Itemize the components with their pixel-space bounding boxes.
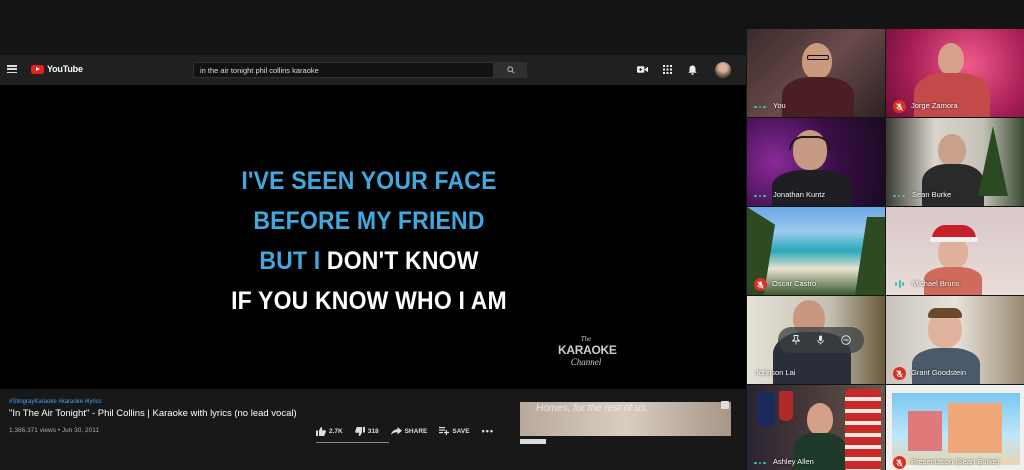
youtube-logo-text: YouTube	[47, 64, 83, 74]
account-avatar[interactable]	[715, 62, 731, 78]
video-views-date: 1,386,371 views • Jun 30, 2011	[9, 427, 99, 434]
shared-screen-youtube: YouTube I'VE SEEN YOUR FACE BEFORE MY FR…	[0, 55, 746, 470]
tile-hover-controls	[778, 327, 864, 353]
notifications-bell-icon[interactable]	[687, 64, 698, 75]
share-arrow-icon	[390, 427, 402, 435]
search-button[interactable]	[494, 62, 527, 78]
participant-tile-presentation[interactable]: Presentation (Sean Burke)	[886, 385, 1024, 470]
game-building	[908, 411, 942, 451]
like-button[interactable]: 2.7K	[316, 426, 343, 436]
participant-face	[802, 43, 832, 79]
search-icon	[506, 66, 515, 74]
speaking-indicator-icon	[754, 105, 766, 108]
participant-shirt	[912, 348, 980, 384]
participant-name: You	[773, 101, 786, 110]
share-button[interactable]: SHARE	[390, 427, 427, 435]
pin-icon[interactable]	[789, 333, 803, 347]
christmas-tree	[978, 126, 1008, 196]
participant-name: Presentation (Sean Burke)	[911, 457, 1000, 466]
santa-hat-trim	[930, 237, 978, 242]
participant-tile-oscar-castro[interactable]: Oscar Castro	[747, 207, 885, 295]
hair	[928, 308, 962, 318]
video-title: "In The Air Tonight" - Phil Collins | Ka…	[9, 408, 297, 419]
video-player[interactable]: I'VE SEEN YOUR FACE BEFORE MY FRIEND BUT…	[0, 85, 746, 389]
lyric-line-2: BEFORE MY FRIEND	[253, 207, 485, 235]
save-button[interactable]: SAVE	[439, 427, 470, 435]
thumbs-down-icon	[354, 426, 365, 436]
screen: YouTube I'VE SEEN YOUR FACE BEFORE MY FR…	[0, 0, 1024, 470]
speaking-indicator-icon	[893, 194, 905, 197]
participant-name: Johnson Lai	[755, 368, 796, 377]
mic-icon[interactable]	[814, 333, 828, 347]
participant-name: Jorge Zamora	[911, 101, 958, 110]
ad-close-icon[interactable]	[721, 401, 729, 409]
like-ratio-bar	[316, 442, 389, 443]
participant-face	[807, 403, 833, 435]
ad-text: Homes, for the rest of us.	[536, 403, 649, 414]
participant-name: Sean Burke	[912, 190, 952, 199]
glasses	[807, 55, 829, 60]
apps-grid-icon[interactable]	[662, 64, 673, 75]
create-video-icon[interactable]	[637, 64, 648, 75]
christmas-stocking	[779, 391, 793, 421]
headphones	[789, 136, 831, 150]
video-actions: 2.7K 318 SHARE SAVE •••	[316, 426, 506, 436]
holiday-pajamas	[845, 389, 881, 470]
add-to-playlist-icon	[439, 427, 450, 435]
participant-shirt	[772, 170, 852, 206]
participant-face	[938, 43, 964, 75]
youtube-logo[interactable]: YouTube	[31, 64, 83, 74]
participant-tile-sean-burke[interactable]: Sean Burke	[886, 118, 1024, 206]
speaking-indicator-icon	[754, 461, 766, 464]
participant-shirt	[922, 164, 984, 206]
lyrics-display: I'VE SEEN YOUR FACE BEFORE MY FRIEND BUT…	[0, 161, 738, 321]
participant-tile-you[interactable]: You	[747, 29, 885, 117]
participant-name: Michael Bruns	[912, 279, 960, 288]
ad-label-bar	[520, 439, 546, 444]
palm-tree	[855, 217, 885, 295]
participant-tile-ashley-allen[interactable]: Ashley Allen	[747, 385, 885, 470]
karaoke-channel-watermark: The KARAOKE Channel	[558, 335, 617, 367]
muted-mic-icon	[893, 456, 906, 469]
muted-mic-icon	[893, 367, 906, 380]
thumbs-up-icon	[316, 426, 326, 436]
participant-tile-grant-goodstein[interactable]: Grant Goodstein	[886, 296, 1024, 384]
muted-mic-icon	[893, 100, 906, 113]
christmas-stocking	[757, 393, 775, 427]
sidebar-ad-thumbnail[interactable]: Homes, for the rest of us.	[520, 402, 731, 436]
participant-face	[938, 134, 966, 166]
video-info-panel: #StingrayKaraoke #karaoke #lyrics "In Th…	[0, 389, 746, 470]
dislike-button[interactable]: 318	[354, 426, 379, 436]
audio-level-icon	[895, 280, 904, 288]
like-count: 2.7K	[329, 427, 343, 435]
participant-name: Jonathan Kuntz	[773, 190, 826, 199]
hamburger-menu-icon[interactable]	[7, 65, 17, 73]
youtube-play-logo-icon	[31, 64, 44, 74]
muted-mic-icon	[754, 278, 767, 291]
video-hashtags[interactable]: #StingrayKaraoke #karaoke #lyrics	[9, 399, 102, 405]
participant-name: Oscar Castro	[772, 279, 817, 288]
participant-tile-jonathan-kuntz[interactable]: Jonathan Kuntz	[747, 118, 885, 206]
lyric-line-3: BUT I DON'T KNOW	[259, 247, 479, 275]
search-input[interactable]	[193, 62, 494, 78]
participant-name: Grant Goodstein	[911, 368, 967, 377]
game-building	[948, 403, 1002, 453]
youtube-header: YouTube	[0, 55, 746, 85]
speaking-indicator-icon	[754, 194, 766, 197]
dislike-count: 318	[367, 427, 379, 435]
participant-tile-michael-bruns[interactable]: Michael Bruns	[886, 207, 1024, 295]
participant-name: Ashley Allen	[773, 457, 814, 466]
participant-shirt	[914, 73, 990, 117]
participant-tile-jorge-zamora[interactable]: Jorge Zamora	[886, 29, 1024, 117]
remove-participant-icon[interactable]	[839, 333, 853, 347]
lyric-line-1: I'VE SEEN YOUR FACE	[241, 167, 497, 195]
more-options-icon[interactable]: •••	[482, 426, 494, 436]
lyric-line-4: IF YOU KNOW WHO I AM	[231, 287, 507, 315]
participant-sweater	[782, 77, 854, 117]
